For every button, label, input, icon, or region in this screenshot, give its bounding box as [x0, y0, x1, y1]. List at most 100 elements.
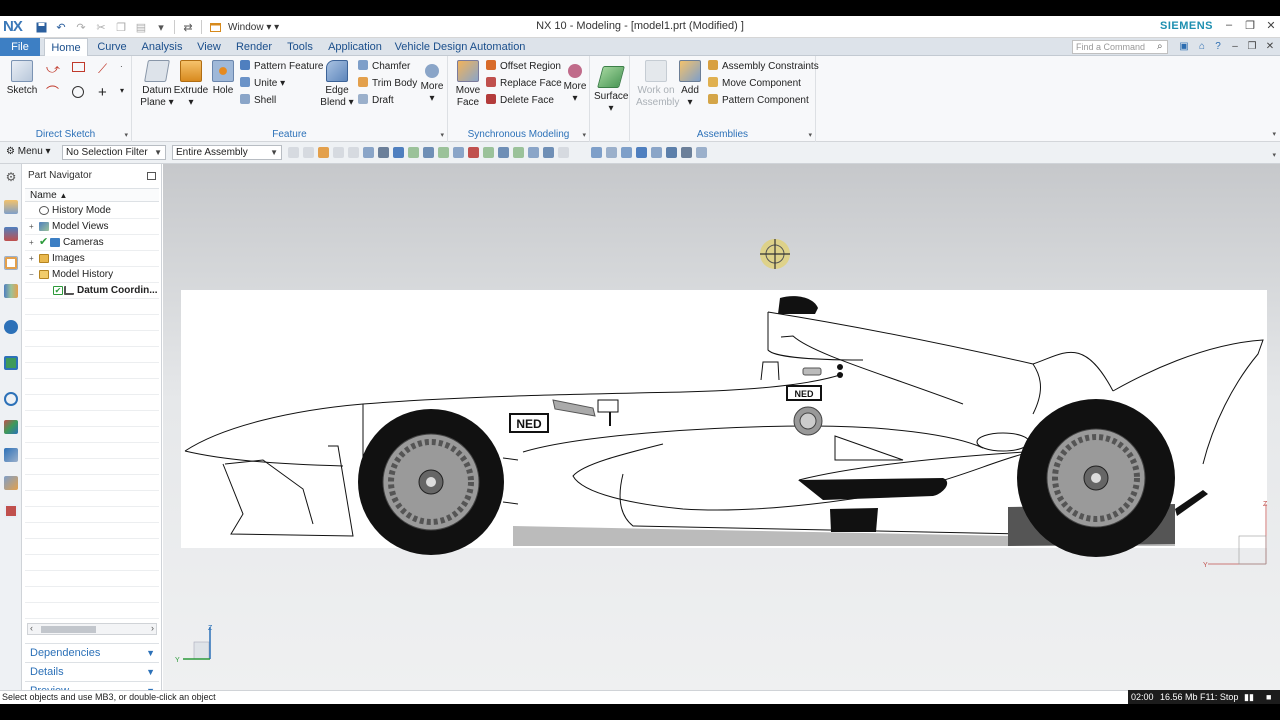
fit-view-icon[interactable] [591, 147, 602, 158]
move-face-button[interactable]: Move Face [454, 60, 482, 109]
render-style-icon[interactable] [636, 147, 647, 158]
tab-view[interactable]: View [192, 38, 226, 56]
feature-menu-icon[interactable]: ▾ [440, 131, 444, 139]
extrude-button[interactable]: Extrude ▾ [172, 60, 210, 109]
end-point-icon[interactable] [423, 147, 434, 158]
tab-application[interactable]: Application [324, 38, 386, 56]
control-point-icon[interactable] [453, 147, 464, 158]
sketch-gallery-icon[interactable]: ▾ [120, 84, 124, 98]
tab-tools[interactable]: Tools [282, 38, 318, 56]
name-column-header[interactable]: Name ▲ [25, 188, 159, 202]
reuse-library-icon[interactable] [4, 284, 18, 298]
feature-select-icon[interactable] [318, 147, 329, 158]
collapse-ribbon-icon[interactable]: ⌂ [1196, 41, 1208, 52]
quadrant-icon[interactable] [498, 147, 509, 158]
tree-item-history-mode[interactable]: History Mode [25, 203, 159, 219]
resource-bar-settings-icon[interactable]: ⚙ [4, 170, 18, 184]
arc-icon[interactable]: ⌒ [46, 86, 59, 100]
tree-item-model-views[interactable]: + Model Views [25, 219, 159, 235]
selection-filter-dropdown[interactable]: No Selection Filter ▼ [62, 145, 166, 160]
arc-center-icon[interactable] [483, 147, 494, 158]
zoom-icon[interactable] [606, 147, 617, 158]
assembly-constraints-button[interactable]: Assembly Constraints [708, 60, 819, 74]
work-layer-icon[interactable] [696, 147, 707, 158]
cut-icon[interactable]: ✂ [94, 20, 108, 34]
shaded-icon[interactable] [666, 147, 677, 158]
delete-face-button[interactable]: Delete Face [486, 94, 554, 108]
offset-region-button[interactable]: Offset Region [486, 60, 561, 74]
stop-icon[interactable]: ■ [1266, 690, 1271, 704]
circle-icon[interactable] [72, 86, 84, 100]
intersection-icon[interactable] [468, 147, 479, 158]
process-studio-icon[interactable] [4, 448, 18, 462]
dependencies-panel[interactable]: Dependencies ▼ [25, 643, 159, 661]
window-menu[interactable]: Window ▾ ▾ [228, 22, 279, 33]
scroll-left-icon[interactable]: ‹ [30, 623, 33, 633]
line-icon[interactable]: ⟋ [98, 62, 107, 76]
deselect-icon[interactable] [333, 147, 344, 158]
rotate-icon[interactable] [621, 147, 632, 158]
doc-minimize-icon[interactable]: – [1229, 41, 1241, 52]
shell-button[interactable]: Shell [240, 94, 276, 108]
assemblies-menu-icon[interactable]: ▾ [808, 131, 812, 139]
mid-point-icon[interactable] [438, 147, 449, 158]
datum-plane-button[interactable]: Datum Plane ▾ [138, 60, 176, 109]
hole-button[interactable]: Hole [208, 60, 238, 97]
bounded-grid-icon[interactable] [558, 147, 569, 158]
scrollbar-thumb[interactable] [41, 626, 96, 633]
expand-icon[interactable]: + [29, 251, 34, 266]
reselect-icon[interactable] [348, 147, 359, 158]
tab-curve[interactable]: Curve [92, 38, 132, 56]
direct-sketch-menu-icon[interactable]: ▾ [124, 131, 128, 139]
point-on-face-icon[interactable] [543, 147, 554, 158]
orient-view-icon[interactable] [651, 147, 662, 158]
edge-blend-button[interactable]: Edge Blend ▾ [320, 60, 354, 109]
help-icon[interactable]: ? [1212, 41, 1224, 52]
ribbon-overflow-icon[interactable]: ▾ [1272, 130, 1276, 138]
tab-file[interactable]: File [0, 38, 40, 56]
assembly-navigator-icon[interactable] [4, 200, 18, 214]
select-all-icon[interactable] [303, 147, 314, 158]
copy-icon[interactable]: ❐ [114, 20, 128, 34]
system-materials-icon[interactable] [4, 420, 18, 434]
part-navigator-icon[interactable] [4, 256, 18, 270]
work-on-assembly-button[interactable]: Work on Assembly [636, 60, 679, 109]
expand-icon[interactable]: + [29, 235, 34, 250]
find-command-input[interactable]: Find a Command [1072, 40, 1168, 54]
draft-button[interactable]: Draft [358, 94, 394, 108]
point-icon[interactable]: + [98, 85, 107, 100]
feature-more-button[interactable]: More ▾ [418, 60, 446, 105]
synchronous-menu-icon[interactable]: ▾ [582, 131, 586, 139]
solid-body-icon[interactable] [378, 147, 389, 158]
tab-analysis[interactable]: Analysis [138, 38, 186, 56]
touch-mode-icon[interactable]: ⇄ [181, 20, 195, 34]
point-on-curve-icon[interactable] [528, 147, 539, 158]
roles-icon[interactable] [4, 504, 18, 518]
expand-icon[interactable]: + [29, 219, 34, 234]
synchronous-more-button[interactable]: More ▾ [562, 60, 588, 105]
scroll-right-icon[interactable]: › [151, 623, 154, 633]
paste-icon[interactable]: ▤ [134, 20, 148, 34]
minimize-icon[interactable]: – [1222, 19, 1236, 31]
constraint-navigator-icon[interactable] [4, 227, 18, 241]
snap-point-icon[interactable] [408, 147, 419, 158]
tree-item-model-history[interactable]: − Model History [25, 267, 159, 283]
move-component-button[interactable]: Move Component [708, 77, 801, 91]
restore-icon[interactable]: ❐ [1243, 19, 1257, 32]
ribbon-options-icon[interactable]: ▣ [1178, 41, 1190, 52]
repeat-command-icon[interactable]: ▾ [154, 20, 168, 34]
surface-button[interactable]: Surface ▾ [594, 66, 628, 115]
selection-scope-dropdown[interactable]: Entire Assembly ▼ [172, 145, 282, 160]
trim-body-button[interactable]: Trim Body [358, 77, 417, 91]
face-select-icon[interactable] [393, 147, 404, 158]
checkbox-checked-icon[interactable]: ✔ [53, 286, 63, 295]
details-panel[interactable]: Details ▼ [25, 662, 159, 680]
save-icon[interactable] [34, 20, 48, 34]
unite-button[interactable]: Unite ▾ [240, 77, 285, 91]
pattern-feature-button[interactable]: Pattern Feature [240, 60, 323, 74]
tab-render[interactable]: Render [232, 38, 276, 56]
undo-icon[interactable]: ↶ [54, 20, 68, 34]
horizontal-scrollbar[interactable]: ‹ › [27, 623, 157, 635]
general-selection-icon[interactable] [288, 147, 299, 158]
collapse-icon[interactable]: − [29, 267, 34, 282]
